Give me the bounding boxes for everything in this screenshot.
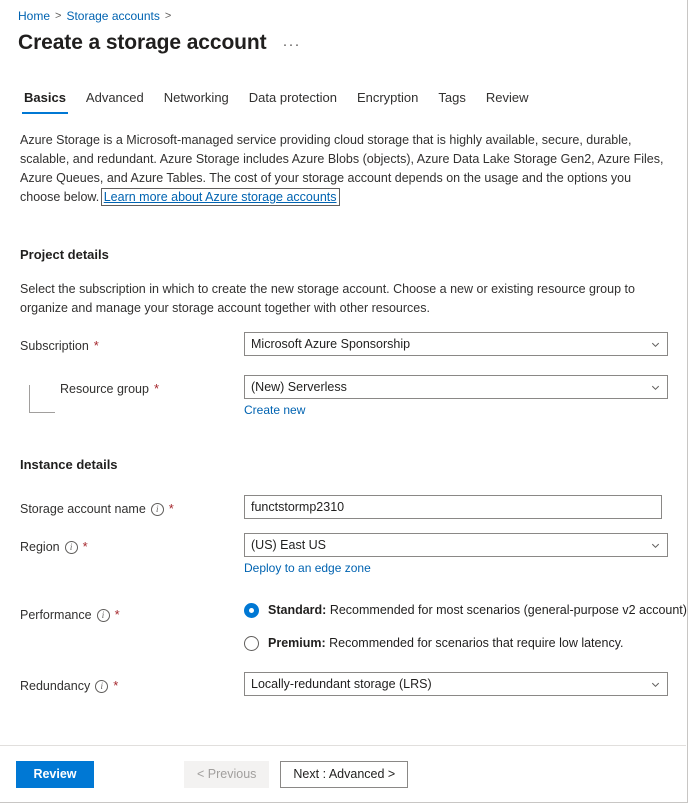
storage-account-name-row: Storage account name i * functstormp2310	[20, 495, 669, 519]
performance-option-premium-label: Premium: Recommended for scenarios that …	[268, 634, 623, 652]
performance-option-standard-label: Standard: Recommended for most scenarios…	[268, 601, 687, 619]
footer-action-bar: Review < Previous Next : Advanced >	[0, 745, 686, 802]
tab-networking[interactable]: Networking	[154, 87, 239, 114]
redundancy-label: Redundancy	[20, 678, 90, 694]
page-title: Create a storage account	[18, 28, 267, 58]
storage-account-name-value: functstormp2310	[251, 500, 655, 514]
storage-account-name-label-cell: Storage account name i *	[20, 495, 244, 517]
breadcrumb: Home > Storage accounts >	[0, 0, 687, 24]
tab-tags[interactable]: Tags	[428, 87, 475, 114]
breadcrumb-separator-icon: >	[55, 8, 61, 24]
performance-option-premium[interactable]: Premium: Recommended for scenarios that …	[244, 634, 687, 652]
performance-label: Performance	[20, 607, 92, 623]
project-details-heading: Project details	[20, 247, 669, 262]
resource-group-tree-connector	[29, 385, 55, 413]
chevron-down-icon	[650, 339, 661, 350]
subscription-label: Subscription	[20, 338, 89, 354]
chevron-down-icon	[650, 540, 661, 551]
breadcrumb-separator-icon-2: >	[165, 8, 171, 24]
main-content: Azure Storage is a Microsoft-managed ser…	[0, 131, 687, 696]
info-icon[interactable]: i	[95, 680, 108, 693]
resource-group-dropdown[interactable]: (New) Serverless	[244, 375, 668, 399]
resource-group-field-cell: (New) Serverless Create new	[244, 375, 669, 419]
info-icon[interactable]: i	[151, 503, 164, 516]
redundancy-required-marker: *	[113, 681, 118, 691]
storage-account-name-field-cell: functstormp2310	[244, 495, 669, 519]
storage-account-name-label: Storage account name	[20, 501, 146, 517]
redundancy-field-cell: Locally-redundant storage (LRS)	[244, 672, 669, 696]
region-row: Region i * (US) East US Deploy to an edg…	[20, 533, 669, 577]
region-value: (US) East US	[251, 538, 646, 552]
project-details-subtext: Select the subscription in which to crea…	[20, 280, 669, 318]
tab-advanced[interactable]: Advanced	[76, 87, 154, 114]
redundancy-dropdown[interactable]: Locally-redundant storage (LRS)	[244, 672, 668, 696]
subscription-field-cell: Microsoft Azure Sponsorship	[244, 332, 669, 356]
more-actions-icon[interactable]: ···	[281, 40, 303, 50]
resource-group-row: Resource group * (New) Serverless Create…	[20, 375, 669, 419]
info-icon[interactable]: i	[97, 609, 110, 622]
tab-review[interactable]: Review	[476, 87, 539, 114]
region-field-cell: (US) East US Deploy to an edge zone	[244, 533, 669, 577]
region-required-marker: *	[83, 542, 88, 552]
resource-group-required-marker: *	[154, 384, 159, 394]
chevron-down-icon	[650, 679, 661, 690]
breadcrumb-item-home[interactable]: Home	[18, 8, 50, 24]
radio-premium-icon[interactable]	[244, 636, 259, 651]
previous-button[interactable]: < Previous	[184, 761, 269, 788]
next-advanced-button[interactable]: Next : Advanced >	[280, 761, 408, 788]
breadcrumb-item-storage-accounts[interactable]: Storage accounts	[66, 8, 159, 24]
region-label: Region	[20, 539, 60, 555]
tab-bar: Basics Advanced Networking Data protecti…	[0, 84, 687, 114]
region-dropdown[interactable]: (US) East US	[244, 533, 668, 557]
subscription-row: Subscription * Microsoft Azure Sponsorsh…	[20, 332, 669, 356]
performance-row: Performance i * Standard: Recommended fo…	[20, 601, 669, 652]
learn-more-link[interactable]: Learn more about Azure storage accounts	[103, 190, 338, 204]
subscription-required-marker: *	[94, 341, 99, 351]
region-label-cell: Region i *	[20, 533, 244, 555]
redundancy-label-cell: Redundancy i *	[20, 672, 244, 694]
create-storage-account-page: Home > Storage accounts > Create a stora…	[0, 0, 688, 803]
deploy-edge-zone-link[interactable]: Deploy to an edge zone	[244, 561, 371, 575]
project-details-form: Subscription * Microsoft Azure Sponsorsh…	[20, 332, 669, 419]
performance-option-premium-rest: Recommended for scenarios that require l…	[326, 636, 624, 650]
info-icon[interactable]: i	[65, 541, 78, 554]
performance-option-standard-bold: Standard:	[268, 603, 326, 617]
radio-standard-icon[interactable]	[244, 603, 259, 618]
tab-encryption[interactable]: Encryption	[347, 87, 428, 114]
performance-option-standard-rest: Recommended for most scenarios (general-…	[326, 603, 687, 617]
performance-required-marker: *	[115, 610, 120, 620]
subscription-dropdown[interactable]: Microsoft Azure Sponsorship	[244, 332, 668, 356]
create-new-resource-group-link[interactable]: Create new	[244, 403, 305, 417]
performance-option-premium-bold: Premium:	[268, 636, 326, 650]
performance-option-standard[interactable]: Standard: Recommended for most scenarios…	[244, 601, 687, 619]
title-row: Create a storage account ···	[0, 24, 687, 58]
performance-options: Standard: Recommended for most scenarios…	[244, 601, 687, 652]
subscription-label-cell: Subscription *	[20, 332, 244, 354]
redundancy-value: Locally-redundant storage (LRS)	[251, 677, 646, 691]
chevron-down-icon	[650, 382, 661, 393]
performance-label-cell: Performance i *	[20, 601, 244, 623]
resource-group-label: Resource group	[60, 381, 149, 397]
tab-data-protection[interactable]: Data protection	[239, 87, 347, 114]
subscription-value: Microsoft Azure Sponsorship	[251, 337, 646, 351]
redundancy-row: Redundancy i * Locally-redundant storage…	[20, 672, 669, 696]
storage-account-name-required-marker: *	[169, 504, 174, 514]
intro-description: Azure Storage is a Microsoft-managed ser…	[20, 131, 669, 207]
instance-details-form: Storage account name i * functstormp2310…	[20, 495, 669, 696]
review-button[interactable]: Review	[16, 761, 94, 788]
storage-account-name-input[interactable]: functstormp2310	[244, 495, 662, 519]
tab-basics[interactable]: Basics	[14, 87, 76, 114]
resource-group-value: (New) Serverless	[251, 380, 646, 394]
instance-details-heading: Instance details	[20, 457, 669, 472]
